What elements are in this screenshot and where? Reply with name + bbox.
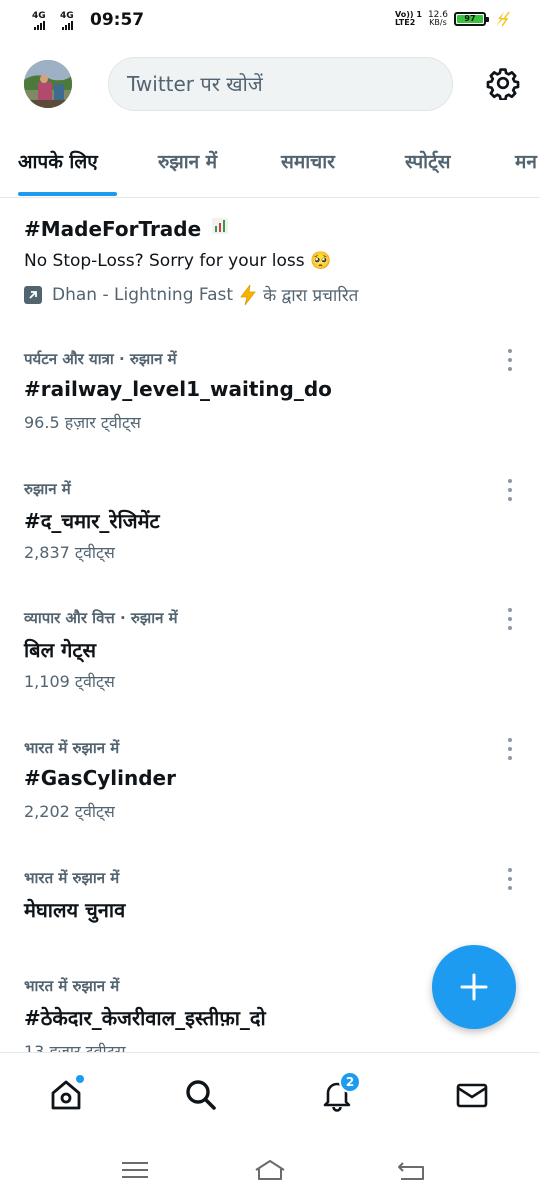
back-icon[interactable] [394, 1156, 428, 1184]
signal-icon [62, 21, 74, 30]
charging-icon [496, 11, 510, 27]
search-input[interactable]: Twitter पर खोजें [108, 57, 453, 111]
nav-notifications[interactable]: 2 [317, 1071, 361, 1115]
battery-icon: 97 [454, 12, 489, 26]
network-speed: 12.6 KB/s [428, 11, 448, 27]
battery-percent: 97 [464, 14, 476, 23]
network-indicator-1: 4G [32, 12, 46, 30]
menu-icon[interactable] [118, 1156, 152, 1184]
home-button-icon[interactable] [253, 1156, 287, 1184]
trend-context: भारत में रुझान में [24, 739, 120, 757]
plus-icon [460, 973, 488, 1001]
trend-count: 13 हज़ार ट्वीट्स [24, 1042, 126, 1052]
trend-name: #द_चमार_रेजिमेंट [24, 509, 160, 533]
trend-count: 2,837 ट्वीट्स [24, 543, 115, 562]
chart-icon [212, 218, 229, 234]
advertiser-name: Dhan - Lightning Fast [52, 284, 234, 305]
volte-indicator: Vo)) 1 LTE2 [395, 11, 422, 27]
home-icon [51, 1080, 81, 1110]
trend-name: बिल गेट्स [24, 638, 96, 662]
notifications-badge: 2 [339, 1071, 361, 1093]
system-navigation-bar [0, 1142, 540, 1200]
trend-item[interactable]: रुझान में #द_चमार_रेजिमेंट 2,837 ट्वीट्स [0, 479, 540, 609]
search-icon [186, 1080, 216, 1110]
more-options-icon[interactable] [500, 477, 520, 503]
lte-label: LTE2 [395, 18, 416, 27]
status-icons: Vo)) 1 LTE2 12.6 KB/s 97 [395, 11, 510, 27]
speed-unit: KB/s [429, 18, 447, 27]
network-type-1: 4G [32, 11, 46, 21]
compose-tweet-button[interactable] [432, 945, 516, 1029]
trend-name: #GasCylinder [24, 766, 176, 790]
promoted-text: No Stop-Loss? Sorry for your loss 🥺 [24, 251, 332, 271]
signal-icon [34, 21, 46, 30]
profile-picture [24, 60, 72, 108]
trend-name: #railway_level1_waiting_do [24, 377, 332, 401]
promoted-by-line: Dhan - Lightning Fast के द्वारा प्रचारित [24, 283, 358, 306]
avatar[interactable] [24, 60, 72, 108]
tab-for-you[interactable]: आपके लिए [18, 148, 98, 174]
new-content-dot [76, 1075, 84, 1083]
trend-count: 96.5 हज़ार ट्वीट्स [24, 413, 141, 432]
tab-sports[interactable]: स्पोर्ट्स [405, 148, 451, 174]
network-indicator-2: 4G [60, 12, 74, 30]
nav-explore[interactable] [181, 1075, 221, 1115]
more-options-icon[interactable] [500, 866, 520, 892]
more-options-icon[interactable] [500, 347, 520, 373]
explore-tabs: आपके लिए रुझान में समाचार स्पोर्ट्स मन [0, 140, 540, 198]
active-tab-indicator [18, 192, 117, 196]
promoted-trend-title: #MadeForTrade [24, 217, 229, 241]
trend-item[interactable]: पर्यटन और यात्रा · रुझान में #railway_le… [0, 349, 540, 479]
trend-count: 2,202 ट्वीट्स [24, 802, 115, 821]
sim-number: 1 [416, 10, 422, 19]
envelope-icon [456, 1083, 488, 1108]
nav-home[interactable] [46, 1075, 86, 1115]
status-bar: 4G 4G 09:57 Vo)) 1 LTE2 12.6 KB/s 97 [0, 0, 540, 44]
gear-icon[interactable] [486, 66, 520, 100]
trend-item[interactable]: व्यापार और वित्त · रुझान में बिल गेट्स 1… [0, 608, 540, 738]
trend-context: भारत में रुझान में [24, 869, 120, 887]
promoted-trend[interactable]: #MadeForTrade No Stop-Loss? Sorry for yo… [0, 199, 540, 319]
tab-news[interactable]: समाचार [281, 148, 335, 174]
more-options-icon[interactable] [500, 606, 520, 632]
trend-name: मेघालय चुनाव [24, 898, 126, 922]
promoted-arrow-icon [24, 285, 42, 304]
trend-context: भारत में रुझान में [24, 977, 120, 995]
trend-count: 1,109 ट्वीट्स [24, 672, 115, 691]
network-type-2: 4G [60, 11, 74, 21]
clock: 09:57 [90, 10, 145, 30]
nav-messages[interactable] [452, 1075, 492, 1115]
trend-context: रुझान में [24, 480, 71, 498]
promoted-hashtag: #MadeForTrade [24, 217, 202, 241]
bottom-navigation: 2 [0, 1052, 540, 1142]
trend-item[interactable]: भारत में रुझान में #GasCylinder 2,202 ट्… [0, 738, 540, 868]
trend-context: पर्यटन और यात्रा · रुझान में [24, 350, 177, 368]
trend-name: #ठेकेदार_केजरीवाल_इस्तीफ़ा_दो [24, 1006, 266, 1030]
trend-context: व्यापार और वित्त · रुझान में [24, 609, 178, 627]
tab-trending[interactable]: रुझान में [158, 148, 217, 174]
promoted-label: के द्वारा प्रचारित [263, 286, 359, 306]
tab-entertainment[interactable]: मन [515, 148, 537, 174]
top-bar: Twitter पर खोजें [0, 52, 540, 114]
more-options-icon[interactable] [500, 736, 520, 762]
lightning-icon [240, 284, 256, 305]
